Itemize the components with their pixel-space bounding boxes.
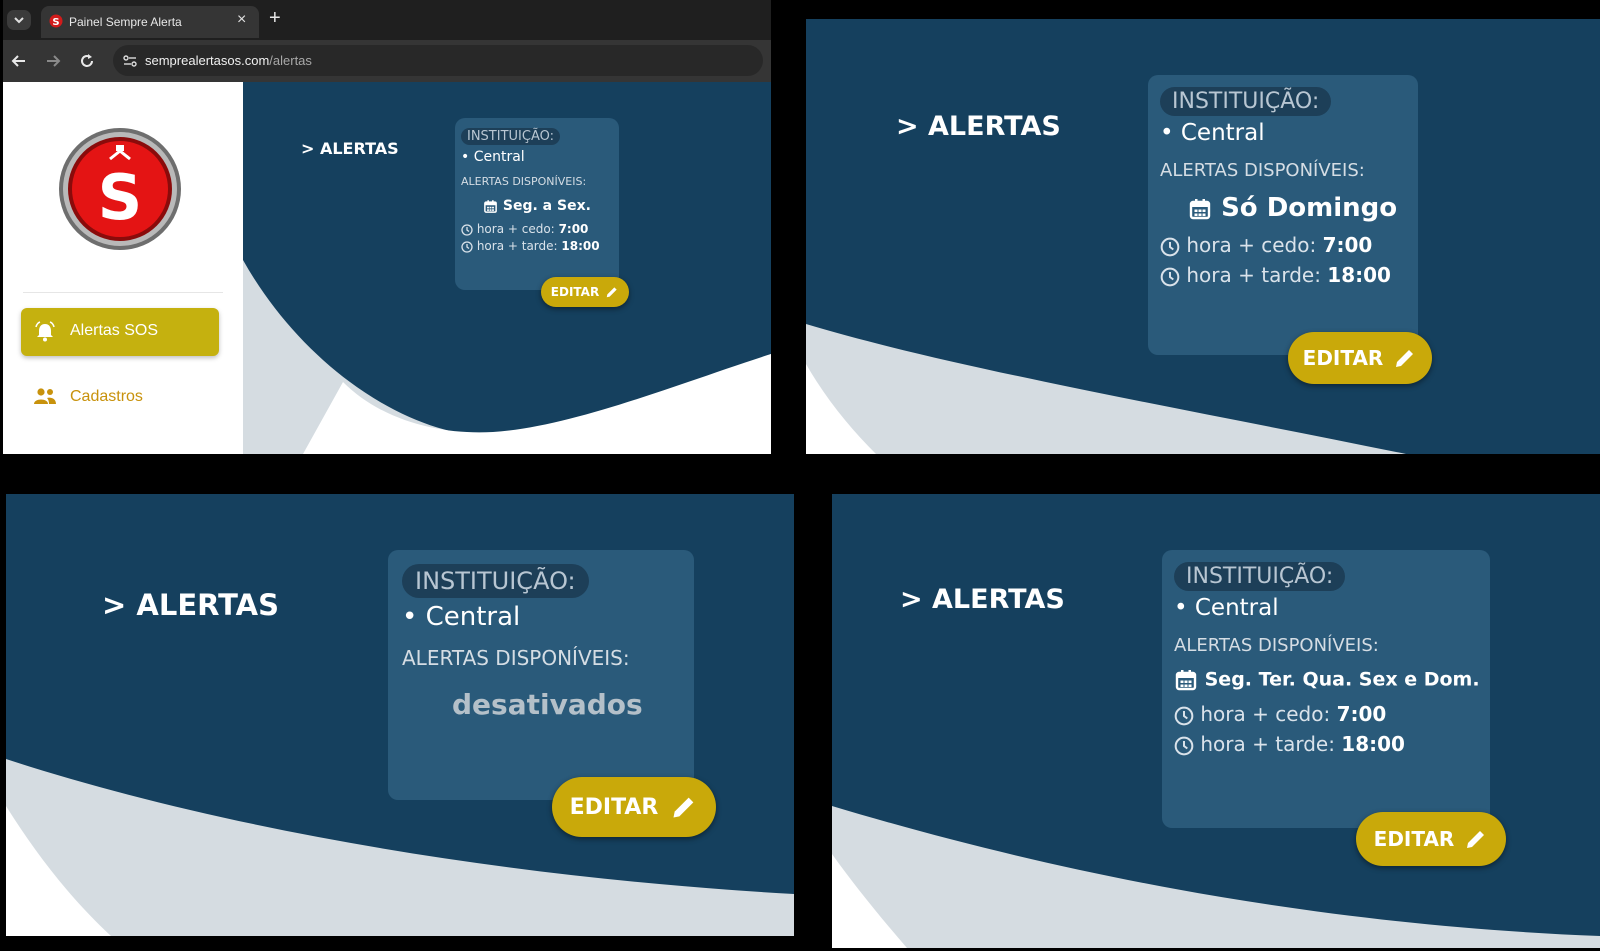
late-time: 18:00 <box>561 239 600 253</box>
alert-card: INSTITUIÇÃO: • Central ALERTAS DISPONÍVE… <box>1148 75 1418 355</box>
clock-icon <box>461 240 473 253</box>
institution-name: • Central <box>1174 595 1279 621</box>
alerts-disabled-text: desativados <box>452 688 643 721</box>
early-label: hora + cedo: <box>1200 702 1331 726</box>
early-time: 7:00 <box>558 222 589 236</box>
alert-card: INSTITUIÇÃO: • Central ALERTAS DISPONÍVE… <box>455 118 619 290</box>
address-bar[interactable]: semprealertasos.com/alertas <box>113 45 763 76</box>
late-time-row: hora + tarde: 18:00 <box>461 239 613 253</box>
reload-icon[interactable] <box>79 53 95 69</box>
clock-icon <box>1160 267 1180 286</box>
browser-window: S Painel Sempre Alerta × + semprealertas… <box>3 0 771 454</box>
favicon-icon: S <box>49 14 63 28</box>
alert-days: Seg. Ter. Qua. Sex e Dom. <box>1174 668 1480 692</box>
early-time-row: hora + cedo: 7:00 <box>461 222 613 236</box>
sidebar-item-cadastros[interactable]: Cadastros <box>21 374 219 418</box>
edit-button[interactable]: EDITAR <box>1288 332 1432 384</box>
svg-text:S: S <box>98 161 143 234</box>
early-label: hora + cedo: <box>476 222 555 236</box>
tab-title: Painel Sempre Alerta <box>69 15 182 29</box>
url-domain: semprealertasos.com <box>145 53 270 68</box>
site-settings-icon[interactable] <box>123 54 137 68</box>
institution-name: • Central <box>1160 120 1265 146</box>
edit-button[interactable]: EDITAR <box>552 777 716 837</box>
calendar-icon <box>484 199 497 213</box>
sidebar-item-alertas-sos[interactable]: Alertas SOS <box>21 308 219 356</box>
alert-days: Só Domingo <box>1160 193 1406 223</box>
calendar-icon <box>1189 198 1211 219</box>
late-label: hora + tarde: <box>1200 732 1335 756</box>
svg-text:S: S <box>52 17 59 28</box>
page-title: > ALERTAS <box>102 588 280 622</box>
tab-list-button[interactable] <box>7 10 31 30</box>
page-title: > ALERTAS <box>900 584 1065 615</box>
late-time-row: hora + tarde: 18:00 <box>1174 732 1478 756</box>
forward-arrow-icon[interactable] <box>45 53 61 69</box>
alert-card: INSTITUIÇÃO: • Central ALERTAS DISPONÍVE… <box>1162 550 1490 828</box>
address-toolbar: semprealertasos.com/alertas <box>3 40 771 82</box>
people-icon <box>34 388 56 404</box>
pencil-icon <box>673 797 694 818</box>
institution-label: INSTITUIÇÃO: <box>402 564 589 598</box>
available-alerts-label: ALERTAS DISPONÍVEIS: <box>402 646 630 670</box>
institution-label: INSTITUIÇÃO: <box>1160 87 1332 116</box>
early-time-row: hora + cedo: 7:00 <box>1160 233 1406 257</box>
institution-label: INSTITUIÇÃO: <box>461 128 561 145</box>
days-text: Seg. Ter. Qua. Sex e Dom. <box>1204 668 1480 691</box>
sidebar-divider <box>23 292 223 293</box>
edit-button-label: EDITAR <box>1373 827 1455 851</box>
edit-button-label: EDITAR <box>550 285 600 299</box>
browser-chrome: S Painel Sempre Alerta × + semprealertas… <box>3 0 771 82</box>
page-title: > ALERTAS <box>301 139 399 158</box>
new-tab-button[interactable]: + <box>269 7 281 30</box>
late-label: hora + tarde: <box>476 239 558 253</box>
alert-card: INSTITUIÇÃO: • Central ALERTAS DISPONÍVE… <box>388 550 694 800</box>
url-text: semprealertasos.com/alertas <box>145 53 312 68</box>
pencil-icon <box>1396 350 1414 367</box>
available-alerts-label: ALERTAS DISPONÍVEIS: <box>1160 160 1365 181</box>
alerts-panel-3: > ALERTAS INSTITUIÇÃO: • Central ALERTAS… <box>6 494 794 936</box>
calendar-icon <box>1175 670 1197 691</box>
early-time: 7:00 <box>1336 702 1387 726</box>
days-text: Só Domingo <box>1221 193 1398 223</box>
late-time: 18:00 <box>1341 732 1405 756</box>
alerts-panel-4: > ALERTAS INSTITUIÇÃO: • Central ALERTAS… <box>832 494 1600 948</box>
close-tab-icon[interactable]: × <box>237 11 246 29</box>
early-label: hora + cedo: <box>1186 233 1317 257</box>
sidebar-item-label: Cadastros <box>70 388 143 405</box>
clock-icon <box>1160 237 1180 256</box>
edit-button[interactable]: EDITAR <box>541 277 629 307</box>
days-text: Seg. a Sex. <box>502 198 591 214</box>
late-time: 18:00 <box>1327 263 1391 287</box>
back-arrow-icon[interactable] <box>11 53 27 69</box>
browser-tab[interactable]: S Painel Sempre Alerta × <box>41 6 259 38</box>
chevron-down-icon <box>14 16 24 23</box>
early-time-row: hora + cedo: 7:00 <box>1174 702 1478 726</box>
clock-icon <box>461 223 473 236</box>
available-alerts-label: ALERTAS DISPONÍVEIS: <box>461 175 587 188</box>
alerts-panel-2: > ALERTAS INSTITUIÇÃO: • Central ALERTAS… <box>806 19 1600 454</box>
sidebar: S Alertas SOS Cadastros <box>3 82 243 454</box>
pencil-icon <box>1467 831 1485 848</box>
page-title: > ALERTAS <box>896 111 1061 142</box>
sempre-alerta-logo-icon: S <box>59 128 181 250</box>
edit-button-label: EDITAR <box>569 794 659 820</box>
institution-name: • Central <box>402 602 521 632</box>
late-label: hora + tarde: <box>1186 263 1321 287</box>
institution-label: INSTITUIÇÃO: <box>1174 562 1346 591</box>
clock-icon <box>1174 706 1194 725</box>
institution-name: • Central <box>461 149 525 165</box>
clock-icon <box>1174 736 1194 755</box>
edit-button[interactable]: EDITAR <box>1356 812 1506 866</box>
sidebar-item-label: Alertas SOS <box>70 322 159 339</box>
pencil-icon <box>606 287 617 298</box>
bell-icon <box>35 321 55 342</box>
url-path: /alertas <box>269 53 312 68</box>
early-time: 7:00 <box>1322 233 1373 257</box>
alert-days: Seg. a Sex. <box>461 198 613 214</box>
alerts-content: > ALERTAS INSTITUIÇÃO: • Central ALERTAS… <box>243 82 771 454</box>
available-alerts-label: ALERTAS DISPONÍVEIS: <box>1174 635 1379 656</box>
edit-button-label: EDITAR <box>1302 346 1384 370</box>
late-time-row: hora + tarde: 18:00 <box>1160 263 1406 287</box>
